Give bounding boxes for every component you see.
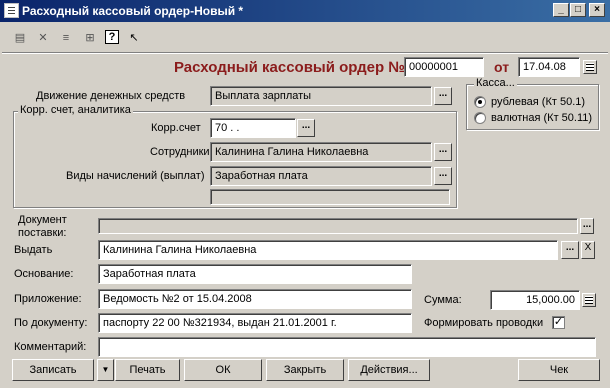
close-button[interactable]: Закрыть xyxy=(266,359,344,381)
accruals-field[interactable]: Заработная плата xyxy=(210,166,432,186)
amount-field[interactable]: 15,000.00 xyxy=(490,290,580,310)
postings-checkbox[interactable]: ✓ xyxy=(552,316,565,329)
employees-field[interactable]: Калинина Галина Николаевна xyxy=(210,142,432,162)
close-window-button[interactable]: × xyxy=(589,3,605,17)
account-field[interactable]: 70 . . xyxy=(210,118,296,138)
attachment-field[interactable]: Ведомость №2 от 15.04.2008 xyxy=(98,289,412,309)
by-doc-field[interactable]: паспорту 22 00 №321934, выдан 21.01.2001… xyxy=(98,313,412,333)
employees-label: Сотрудники xyxy=(150,146,210,158)
toolbar-separator xyxy=(2,52,608,54)
date-label: от xyxy=(494,59,510,75)
comment-label: Комментарий: xyxy=(14,341,87,353)
receipt-button[interactable]: Чек xyxy=(518,359,600,381)
issue-clear-icon[interactable]: X xyxy=(581,241,595,259)
cash-rub-radio[interactable] xyxy=(474,96,486,108)
supply-doc-label-line1: Документ xyxy=(18,214,67,226)
comment-field[interactable] xyxy=(98,337,596,357)
cash-foreign-label: валютная (Кт 50.11) xyxy=(491,112,593,124)
calendar-icon[interactable] xyxy=(583,60,597,74)
issue-label: Выдать xyxy=(14,244,53,256)
maximize-button[interactable]: □ xyxy=(570,3,586,17)
movement-field[interactable]: Выплата зарплаты xyxy=(210,86,432,106)
calculator-icon[interactable] xyxy=(582,293,596,307)
title-bar: Расходный кассовый ордер-Новый * _ □ × xyxy=(0,0,610,22)
account-group-title: Корр. счет, аналитика xyxy=(18,104,133,116)
actions-button[interactable]: Действия... xyxy=(348,359,430,381)
basis-field[interactable]: Заработная плата xyxy=(98,264,412,284)
print-button[interactable]: Печать xyxy=(115,359,180,381)
by-doc-label: По документу: xyxy=(14,317,88,329)
supply-doc-field[interactable] xyxy=(98,218,578,234)
employees-select-button[interactable]: ... xyxy=(434,143,452,161)
issue-select-button[interactable]: ... xyxy=(561,241,579,259)
movement-label: Движение денежных средств xyxy=(36,90,186,102)
page-title: Расходный кассовый ордер № xyxy=(174,59,405,76)
doc-number-field[interactable]: 00000001 xyxy=(404,57,484,77)
cash-rub-label: рублевая (Кт 50.1) xyxy=(491,96,586,108)
doc-new-icon[interactable]: ▤ xyxy=(12,30,28,46)
help-icon[interactable]: ? xyxy=(105,30,119,44)
basis-label: Основание: xyxy=(14,268,74,280)
window-title: Расходный кассовый ордер-Новый * xyxy=(22,4,244,18)
save-button[interactable]: Записать xyxy=(12,359,94,381)
supply-doc-label-line2: поставки: xyxy=(18,227,67,239)
accruals-extra-field[interactable] xyxy=(210,189,450,205)
doc-delete-icon[interactable]: ✕ xyxy=(35,30,51,46)
attachment-label: Приложение: xyxy=(14,293,82,305)
account-label: Корр.счет xyxy=(151,122,201,134)
minimize-button[interactable]: _ xyxy=(553,3,569,17)
save-dropdown-icon[interactable]: ▼ xyxy=(97,359,114,381)
doc-list-icon[interactable]: ≡ xyxy=(58,30,74,46)
ok-button[interactable]: ОК xyxy=(184,359,262,381)
pointer-help-icon[interactable]: ↖ xyxy=(126,30,142,46)
issue-field[interactable]: Калинина Галина Николаевна xyxy=(98,240,558,260)
supply-doc-select-button[interactable]: ... xyxy=(580,218,594,234)
cash-foreign-radio[interactable] xyxy=(474,112,486,124)
document-icon xyxy=(4,3,19,18)
account-select-button[interactable]: ... xyxy=(297,119,315,137)
doc-structure-icon[interactable]: ⊞ xyxy=(82,30,98,46)
cash-group-title: Касса... xyxy=(474,77,517,89)
postings-label: Формировать проводки xyxy=(424,317,544,329)
doc-date-field[interactable]: 17.04.08 xyxy=(518,57,580,77)
accruals-select-button[interactable]: ... xyxy=(434,167,452,185)
amount-label: Сумма: xyxy=(424,294,462,306)
movement-select-button[interactable]: ... xyxy=(434,87,452,105)
accruals-label: Виды начислений (выплат) xyxy=(66,170,205,182)
